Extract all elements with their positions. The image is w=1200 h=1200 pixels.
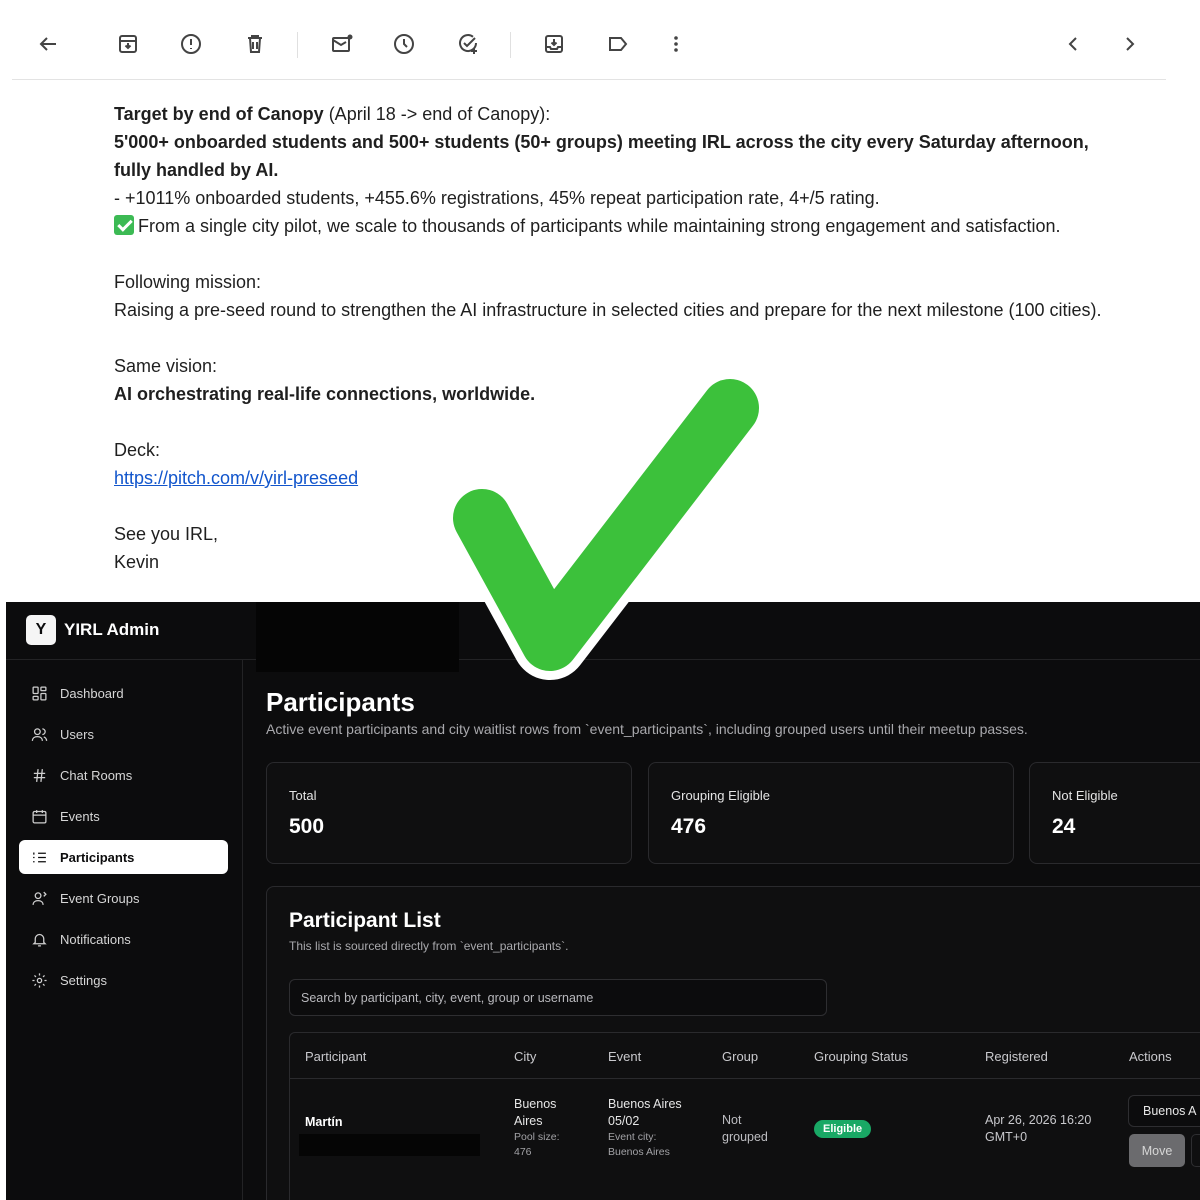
scale-text: From a single city pilot, we scale to th… <box>138 216 1061 236</box>
column-header-event: Event <box>608 1049 642 1064</box>
column-header-city: City <box>514 1049 537 1064</box>
email-body: Target by end of Canopy (April 18 -> end… <box>114 100 1184 576</box>
label-icon[interactable] <box>602 28 634 60</box>
sidebar-item-events[interactable]: Events <box>19 799 228 833</box>
archive-icon[interactable] <box>112 28 144 60</box>
column-header-registered: Registered <box>985 1049 1048 1064</box>
sidebar-item-chat-rooms[interactable]: Chat Rooms <box>19 758 228 792</box>
snooze-clock-icon[interactable] <box>388 28 420 60</box>
brand[interactable]: Y YIRL Admin <box>26 615 159 645</box>
page-title: Participants <box>266 687 415 717</box>
sidebar: Dashboard Users Chat Rooms Events Partic… <box>6 660 243 1200</box>
search-input[interactable] <box>289 979 827 1016</box>
group-cell: Not grouped <box>722 1113 768 1144</box>
target-line: Target by end of Canopy (April 18 -> end… <box>114 100 1184 128</box>
status-badge: Eligible <box>814 1120 872 1138</box>
sidebar-item-label: Chat Rooms <box>60 767 133 783</box>
city-cell: Buenos Aires Pool size: 476 <box>514 1097 560 1158</box>
trash-icon[interactable] <box>239 28 271 60</box>
stat-card-not-eligible: Not Eligible 24 <box>1029 762 1200 864</box>
calendar-icon <box>32 809 47 824</box>
column-header-actions: Actions <box>1129 1049 1172 1064</box>
participants-table: Participant City Event Group Grouping St… <box>289 1032 1200 1200</box>
move-to-icon[interactable] <box>538 28 570 60</box>
list-subtitle: This list is sourced directly from `even… <box>289 939 569 953</box>
group-icon <box>32 891 47 905</box>
sidebar-item-label: Users <box>60 726 94 742</box>
chevron-right-icon[interactable] <box>1114 28 1146 60</box>
dashboard-icon <box>32 685 47 701</box>
event-cell: Buenos Aires 05/02 Event city: Buenos Ai… <box>608 1097 682 1158</box>
sidebar-item-label: Events <box>60 808 100 824</box>
list-icon <box>33 852 46 862</box>
column-header-participant: Participant <box>305 1049 367 1064</box>
sidebar-item-users[interactable]: Users <box>19 717 228 751</box>
report-spam-icon[interactable] <box>175 28 207 60</box>
stat-card-grouping-eligible: Grouping Eligible 476 <box>648 762 1014 864</box>
sidebar-item-label: Dashboard <box>60 685 124 701</box>
stat-value: 476 <box>671 815 707 838</box>
mission-label: Following mission: <box>114 272 262 292</box>
page-subtitle: Active event participants and city waitl… <box>266 721 1028 737</box>
column-header-grouping-status: Grouping Status <box>814 1049 908 1064</box>
signature: Kevin <box>114 552 160 572</box>
metrics-line: - +1011% onboarded students, +455.6% reg… <box>114 188 880 208</box>
sidebar-item-settings[interactable]: Settings <box>19 963 228 997</box>
admin-topbar: Y YIRL Admin <box>6 602 1200 660</box>
sidebar-item-notifications[interactable]: Notifications <box>19 922 228 956</box>
brand-logo: Y <box>26 615 56 645</box>
mission-text: Raising a pre-seed round to strengthen t… <box>114 300 1102 320</box>
email-view: Target by end of Canopy (April 18 -> end… <box>0 0 1200 602</box>
sidebar-item-event-groups[interactable]: Event Groups <box>19 881 228 915</box>
signoff: See you IRL, <box>114 524 219 544</box>
bell-icon <box>32 933 47 947</box>
vision-label: Same vision: <box>114 356 218 376</box>
sidebar-item-participants[interactable]: Participants <box>19 840 228 874</box>
chevron-left-icon[interactable] <box>1057 28 1089 60</box>
column-header-group: Group <box>722 1049 759 1064</box>
participant-name: Martín <box>305 1115 343 1129</box>
redaction-block <box>299 1134 480 1156</box>
move-button[interactable]: Move <box>1129 1134 1185 1167</box>
stat-value: 500 <box>289 815 325 838</box>
sidebar-item-label: Notifications <box>60 931 131 947</box>
stat-label: Grouping Eligible <box>671 788 771 803</box>
target-heading: Target by end of Canopy <box>114 104 324 124</box>
row-action-button[interactable] <box>1191 1134 1200 1167</box>
admin-panel: Y YIRL Admin Dashboard Users Chat Rooms … <box>6 602 1200 1200</box>
gear-icon <box>32 972 47 988</box>
hash-icon <box>33 768 46 782</box>
sidebar-item-label: Settings <box>60 972 107 988</box>
target-range: (April 18 -> end of Canopy): <box>323 104 551 124</box>
deck-link[interactable]: https://pitch.com/v/yirl-preseed <box>114 468 358 488</box>
check-mark-emoji-icon <box>114 215 134 235</box>
more-vertical-icon[interactable] <box>660 28 692 60</box>
stat-value: 24 <box>1052 815 1076 838</box>
move-city-select[interactable]: Buenos A <box>1128 1095 1200 1127</box>
stat-label: Not Eligible <box>1052 788 1118 803</box>
stat-card-total: Total 500 <box>266 762 632 864</box>
users-icon <box>31 727 48 741</box>
sidebar-item-label: Participants <box>60 849 135 865</box>
add-task-icon[interactable] <box>452 28 484 60</box>
participant-list-card: Participant List This list is sourced di… <box>266 886 1200 1200</box>
email-toolbar <box>12 14 1166 80</box>
main-content: Participants Active event participants a… <box>243 660 1200 1200</box>
registered-cell: Apr 26, 2026 16:20 GMT+0 <box>985 1113 1092 1144</box>
scale-line: From a single city pilot, we scale to th… <box>114 212 1184 240</box>
back-arrow-icon[interactable] <box>32 28 64 60</box>
sidebar-item-dashboard[interactable]: Dashboard <box>19 676 228 710</box>
sidebar-item-label: Event Groups <box>60 890 140 906</box>
list-title: Participant List <box>289 909 441 932</box>
deck-label: Deck: <box>114 440 161 460</box>
mark-unread-icon[interactable] <box>326 28 358 60</box>
goal-line-1: 5'000+ onboarded students and 500+ stude… <box>114 132 1089 152</box>
brand-name: YIRL Admin <box>64 620 160 639</box>
vision-text: AI orchestrating real-life connections, … <box>114 384 536 404</box>
goal-line-2: fully handled by AI. <box>114 160 279 180</box>
stat-label: Total <box>289 788 317 803</box>
